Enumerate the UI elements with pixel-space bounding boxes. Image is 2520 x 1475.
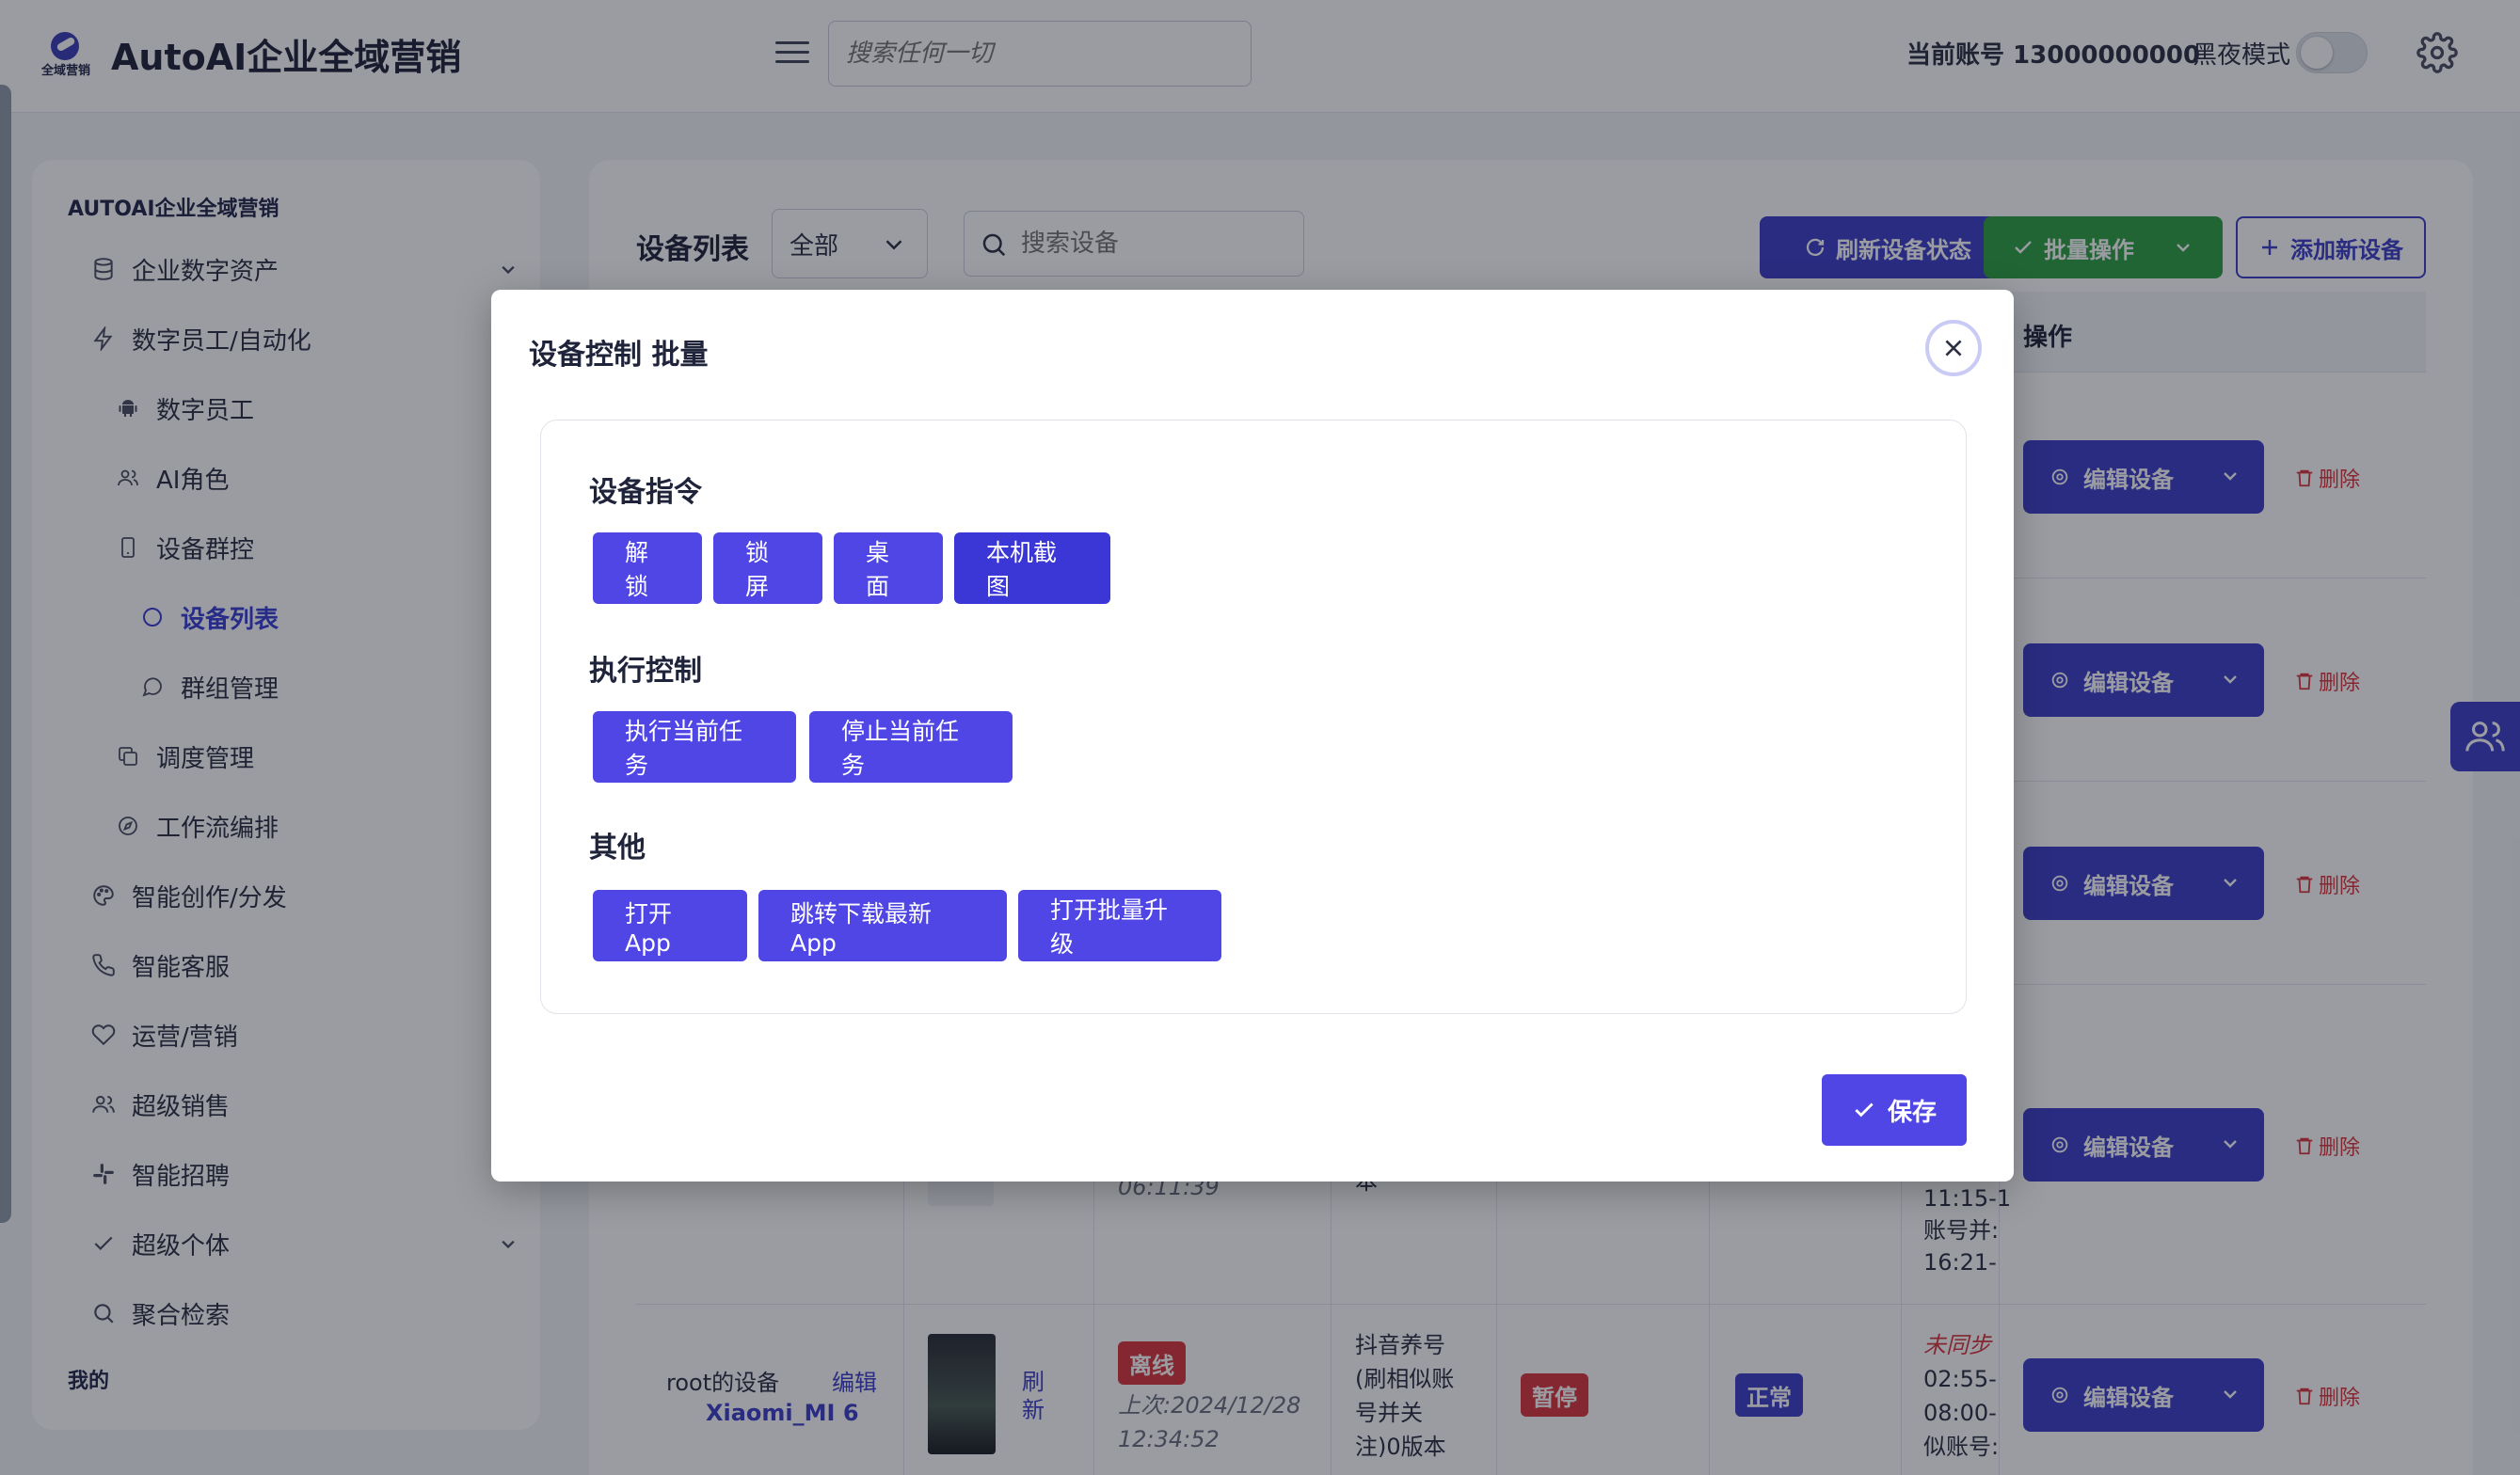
download-latest-app-button[interactable]: 跳转下载最新App [758,890,1007,961]
group-title-other: 其他 [589,832,646,864]
group-title-device-commands: 设备指令 [589,476,702,509]
group-title-execution-control: 执行控制 [589,655,702,688]
modal-close-button[interactable] [1925,320,1982,376]
stop-current-task-button[interactable]: 停止当前任务 [809,711,1013,783]
batch-upgrade-button[interactable]: 打开批量升级 [1018,890,1221,961]
lock-screen-button[interactable]: 锁屏 [713,532,822,604]
save-label: 保存 [1887,1098,1937,1127]
close-icon [1945,340,1962,357]
left-edge-frame [0,85,11,1223]
open-app-button[interactable]: 打开App [593,890,747,961]
unlock-button[interactable]: 解锁 [593,532,702,604]
screenshot-button[interactable]: 本机截图 [954,532,1110,604]
home-screen-button[interactable]: 桌面 [834,532,943,604]
check-icon [1855,1102,1874,1118]
modal-title: 设备控制 批量 [529,339,709,372]
save-button[interactable]: 保存 [1822,1074,1967,1146]
run-current-task-button[interactable]: 执行当前任务 [593,711,796,783]
